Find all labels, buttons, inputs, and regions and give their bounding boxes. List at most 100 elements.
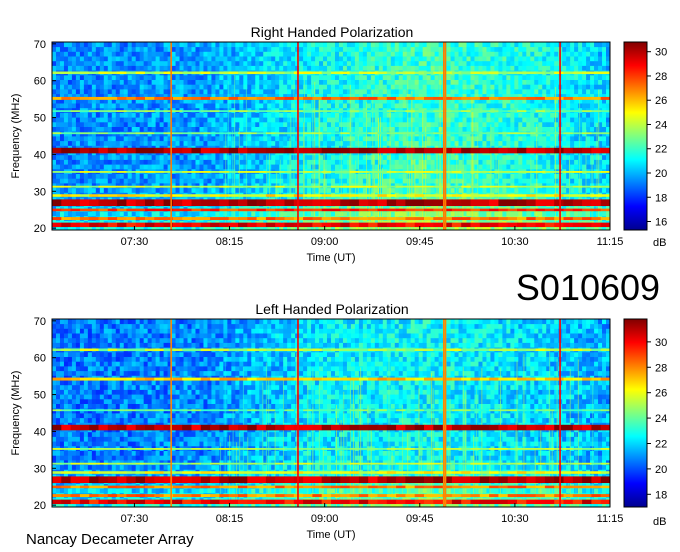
heatmap-cell [331,140,336,146]
heatmap-cell [175,103,180,109]
heatmap-cell [87,112,93,118]
heatmap-cell [111,42,117,48]
heatmap-cell [502,159,507,165]
heatmap-cell [119,103,125,109]
heatmap-cell [271,103,276,109]
heatmap-cell [366,84,372,90]
heatmap-cell [358,42,364,48]
heatmap-cell [398,112,404,118]
heatmap-cell [147,211,153,217]
heatmap-cell [255,159,260,165]
heatmap-cell [271,117,276,123]
heatmap-cell [291,187,296,193]
heatmap-cell [394,164,400,170]
heatmap-cell [147,65,153,71]
heatmap-cell [426,46,432,52]
heatmap-cell [63,159,69,165]
heatmap-cell [434,117,440,123]
heatmap-cell [299,121,304,127]
heatmap-cell [199,89,204,95]
heatmap-cell [486,136,491,142]
heatmap-cell [243,65,248,71]
heatmap-cell [127,89,133,95]
heatmap-cell [334,136,340,142]
heatmap-cell [99,173,105,179]
heatmap-cell [390,159,396,165]
heatmap-cell [438,112,443,118]
heatmap-cell [135,178,141,184]
heatmap-cell [434,65,440,71]
heatmap-cell [255,173,260,179]
heatmap-cell [171,46,176,52]
heatmap-cell [494,154,499,160]
heatmap-cell [107,65,113,71]
heatmap-cell [307,89,312,95]
heatmap-cell [111,159,117,165]
heatmap-cell [111,46,117,52]
heatmap-cell [263,56,268,62]
heatmap-cell [466,112,471,118]
heatmap-cell [255,42,260,48]
heatmap-cell [163,112,168,118]
heatmap-cell [99,159,105,165]
heatmap-cell [267,65,272,71]
heatmap-cell [87,211,93,217]
heatmap-cell [191,140,196,146]
heatmap-cell [542,112,547,118]
heatmap-cell [131,164,137,170]
heatmap-cell [59,42,65,48]
heatmap-cell [323,51,328,57]
heatmap-cell [482,56,487,62]
heatmap-cell [478,164,483,170]
heatmap-cell [358,89,364,95]
heatmap-cell [187,187,192,193]
heatmap-cell [135,173,141,179]
heatmap-cell [155,159,161,165]
heatmap-cell [307,112,312,118]
heatmap-cell [538,84,543,90]
heatmap-cell [247,211,252,217]
heatmap-cell [263,65,268,71]
heatmap-cell [263,89,268,95]
heatmap-cell [518,164,523,170]
heatmap-cell [283,178,288,184]
heatmap-cell [267,103,272,109]
heatmap-cell [446,121,451,127]
heatmap-cell [231,112,236,118]
heatmap-cell [426,60,432,66]
heatmap-cell [91,154,97,160]
heatmap-cell [67,136,73,142]
heatmap-cell [311,46,316,52]
heatmap-cell [534,74,539,80]
heatmap-cell [426,84,432,90]
heatmap-cell [546,89,551,95]
heatmap-cell [52,187,57,193]
heatmap-cell [131,89,137,95]
heatmap-cell [342,51,348,57]
heatmap-cell [171,126,176,132]
heatmap-cell [542,56,547,62]
heatmap-cell [111,65,117,71]
heatmap-cell [207,89,212,95]
heatmap-cell [171,56,176,62]
heatmap-cell [502,136,507,142]
heatmap-cell [502,121,507,127]
heatmap-cell [450,173,455,179]
heatmap-cell [354,103,360,109]
heatmap-cell [394,51,400,57]
heatmap-cell [486,164,491,170]
heatmap-cell [275,84,280,90]
heatmap-cell [151,159,157,165]
heatmap-cell [147,178,153,184]
heatmap-cell [52,46,57,52]
heatmap-cell [271,65,276,71]
heatmap-cell [410,46,416,52]
heatmap-cell [183,112,188,118]
heatmap-cell [454,126,459,132]
heatmap-cell [123,79,129,85]
heatmap-cell [458,173,463,179]
heatmap-cell [430,126,436,132]
heatmap-cell [95,56,101,62]
heatmap-cell [147,42,153,48]
heatmap-cell [390,42,396,48]
